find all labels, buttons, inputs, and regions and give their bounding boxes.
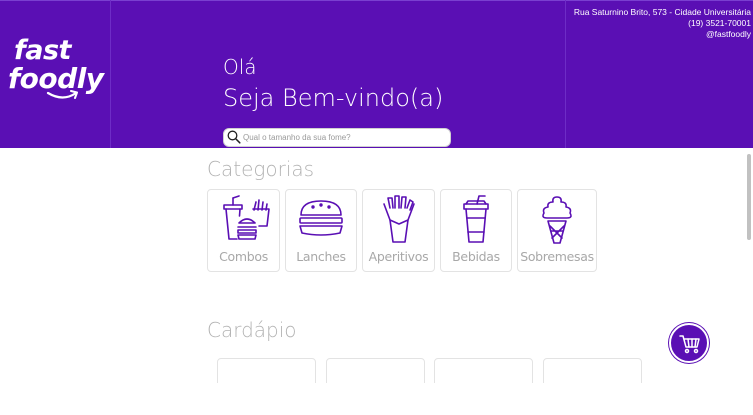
drink-icon xyxy=(463,195,489,243)
contact-social[interactable]: @fastfoodly xyxy=(574,29,751,40)
category-label-lanches: Lanches xyxy=(296,249,346,264)
ice-cream-icon xyxy=(542,196,572,244)
category-aperitivos[interactable]: Aperitivos xyxy=(362,189,435,272)
burger-icon xyxy=(299,200,343,236)
category-bebidas[interactable]: Bebidas xyxy=(440,189,512,272)
viewport-bottom xyxy=(0,383,753,415)
welcome-heading: Seja Bem-vindo(a) xyxy=(223,84,444,112)
category-label-combos: Combos xyxy=(219,249,268,264)
search-icon[interactable] xyxy=(227,130,241,144)
combo-icon xyxy=(222,195,270,240)
fries-icon xyxy=(382,195,415,243)
logo[interactable]: fast foodly xyxy=(8,36,112,106)
logo-swoosh-icon xyxy=(46,90,78,99)
contact-info: Rua Saturnino Brito, 573 - Cidade Univer… xyxy=(574,7,751,40)
header-divider-right xyxy=(565,0,566,148)
category-sobremesas[interactable]: Sobremesas xyxy=(517,189,597,272)
header-top-border xyxy=(0,0,753,1)
cart-icon xyxy=(679,335,700,354)
search-input[interactable] xyxy=(243,130,443,145)
contact-phone: (19) 3521-70001 xyxy=(688,18,751,28)
categories-title: Categorias xyxy=(207,157,315,181)
category-lanches[interactable]: Lanches xyxy=(285,189,357,272)
category-label-bebidas: Bebidas xyxy=(452,249,500,264)
menu-title: Cardápio xyxy=(207,318,297,342)
category-label-sobremesas: Sobremesas xyxy=(520,249,594,264)
scrollbar-thumb[interactable] xyxy=(747,154,751,240)
contact-address: Rua Saturnino Brito, 573 - Cidade Univer… xyxy=(573,7,751,17)
cart-button[interactable] xyxy=(669,323,709,363)
category-label-aperitivos: Aperitivos xyxy=(368,249,429,264)
search-bar[interactable] xyxy=(223,128,451,147)
greeting-text: Olá xyxy=(223,55,257,79)
header: fast foodly Rua Saturnino Brito, 573 - C… xyxy=(0,0,753,148)
category-combos[interactable]: Combos xyxy=(207,189,280,272)
